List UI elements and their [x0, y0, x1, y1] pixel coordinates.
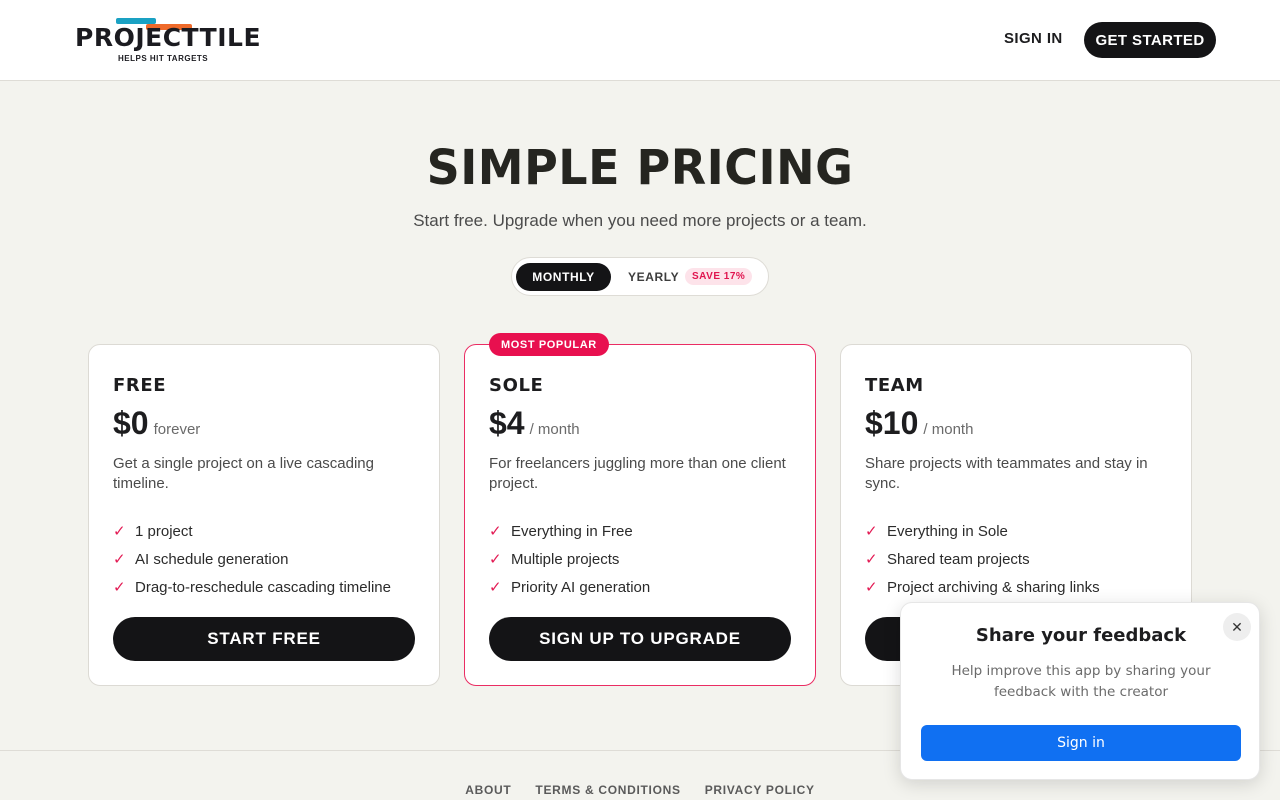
check-icon: ✓ — [113, 523, 126, 540]
feedback-title: Share your feedback — [975, 625, 1187, 646]
feature-label: Everything in Sole — [887, 522, 1008, 540]
feature-item: ✓ Everything in Free — [489, 517, 650, 545]
toggle-monthly-option[interactable]: MONTHLY — [516, 263, 611, 291]
feature-label: 1 project — [135, 522, 193, 540]
plan-card-free: FREE $0 forever Get a single project on … — [88, 344, 440, 686]
logo[interactable]: PROJECTTILE HELPS HIT TARGETS — [64, 10, 261, 70]
footer-link-terms[interactable]: TERMS & CONDITIONS — [535, 783, 680, 797]
feature-item: ✓ Multiple projects — [489, 545, 650, 573]
feature-label: Priority AI generation — [511, 578, 651, 596]
plan-price: $10 — [865, 405, 919, 441]
toggle-yearly-option[interactable]: YEARLY — [628, 263, 679, 291]
plan-name: SOLE — [489, 375, 544, 396]
feature-item: ✓ Everything in Sole — [865, 517, 1100, 545]
logo-tagline: HELPS HIT TARGETS — [118, 54, 209, 63]
feature-item: ✓ AI schedule generation — [113, 545, 391, 573]
check-icon: ✓ — [489, 523, 502, 540]
plan-description: For freelancers juggling more than one c… — [489, 455, 786, 492]
price-row: $10 / month — [865, 405, 973, 442]
feature-list: ✓ 1 project ✓ AI schedule generation ✓ Drag… — [113, 517, 391, 601]
footer-links: ABOUT TERMS & CONDITIONS PRIVACY POLICY — [0, 783, 1280, 797]
billing-toggle: MONTHLY YEARLY SAVE 17% — [511, 257, 769, 296]
page-subtitle: Start free. Upgrade when you need more p… — [413, 211, 867, 230]
check-icon: ✓ — [865, 551, 878, 568]
feature-list: ✓ Everything in Sole ✓ Shared team project… — [865, 517, 1100, 601]
feature-item: ✓ 1 project — [113, 517, 391, 545]
feature-list: ✓ Everything in Free ✓ Multiple projects ✓… — [489, 517, 650, 601]
feature-item: ✓ Project archiving & sharing links — [865, 573, 1100, 601]
get-started-button[interactable]: GET STARTED — [1084, 22, 1216, 58]
plan-description: Get a single project on a live cascading… — [113, 455, 374, 492]
feature-item: ✓ Drag-to-reschedule cascading timeline — [113, 573, 391, 601]
check-icon: ✓ — [489, 579, 502, 596]
footer-link-privacy[interactable]: PRIVACY POLICY — [705, 783, 815, 797]
feature-label: AI schedule generation — [135, 550, 289, 568]
most-popular-badge: MOST POPULAR — [489, 333, 609, 356]
plan-name: FREE — [113, 375, 167, 396]
logo-wordmark: PROJECTTILE — [75, 23, 262, 52]
plan-card-sole: MOST POPULAR SOLE $4 / month For freelan… — [464, 333, 816, 686]
feature-label: Drag-to-reschedule cascading timeline — [135, 578, 391, 596]
feature-item: ✓ Shared team projects — [865, 545, 1100, 573]
plan-price: $4 — [489, 405, 525, 441]
feature-item: ✓ Priority AI generation — [489, 573, 650, 601]
plan-description: Share projects with teammates and stay i… — [865, 455, 1148, 492]
sign-in-link[interactable]: SIGN IN — [1004, 30, 1063, 47]
feature-label: Everything in Free — [511, 522, 633, 540]
sign-up-to-upgrade-button[interactable]: SIGN UP TO UPGRADE — [489, 617, 791, 661]
check-icon: ✓ — [113, 551, 126, 568]
price-row: $0 forever — [113, 405, 200, 442]
plan-price: $0 — [113, 405, 149, 441]
feature-label: Project archiving & sharing links — [887, 578, 1100, 596]
check-icon: ✓ — [865, 523, 878, 540]
plan-period: / month — [529, 421, 580, 438]
save-badge: SAVE 17% — [685, 268, 753, 285]
footer-link-about[interactable]: ABOUT — [465, 783, 511, 797]
page-title: SIMPLE PRICING — [426, 138, 854, 196]
plan-name: TEAM — [865, 375, 924, 396]
feature-label: Multiple projects — [511, 550, 620, 568]
check-icon: ✓ — [489, 551, 502, 568]
plan-period: forever — [153, 421, 201, 438]
feedback-sign-in-button[interactable]: Sign in — [921, 725, 1241, 761]
feature-label: Shared team projects — [887, 550, 1030, 568]
plan-period: / month — [923, 421, 974, 438]
feedback-popup: ✕ Share your feedback Help improve this … — [900, 602, 1260, 780]
check-icon: ✓ — [865, 579, 878, 596]
start-free-button[interactable]: START FREE — [113, 617, 415, 661]
check-icon: ✓ — [113, 579, 126, 596]
feedback-text: Help improve this app by sharing your fe… — [951, 663, 1211, 700]
site-header: PROJECTTILE HELPS HIT TARGETS SIGN IN GE… — [0, 0, 1280, 81]
price-row: $4 / month — [489, 405, 580, 442]
